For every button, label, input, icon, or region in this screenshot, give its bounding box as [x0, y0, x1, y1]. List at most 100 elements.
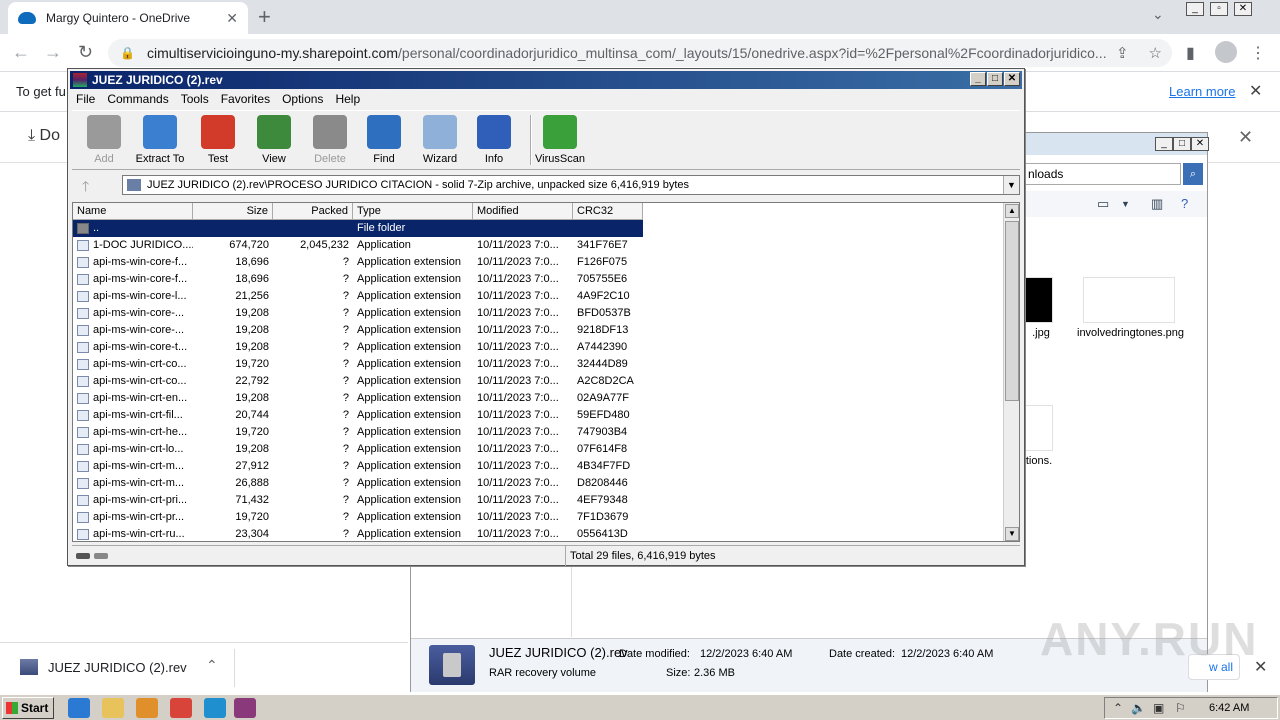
explorer-close-button[interactable]: ✕ — [1191, 137, 1209, 151]
column-crc32[interactable]: CRC32 — [573, 203, 643, 220]
table-row[interactable]: api-ms-win-crt-co... 19,720? Application e… — [73, 356, 643, 373]
archive-path-field[interactable]: JUEZ JURIDICO (2).rev\PROCESO JURIDICO C… — [122, 175, 1020, 195]
winrar-icon[interactable] — [234, 698, 256, 718]
tool-wizard-button[interactable]: Wizard — [412, 115, 468, 165]
tool-find-button[interactable]: Find — [356, 115, 412, 165]
tool-add-button[interactable]: Add — [76, 115, 132, 165]
help-icon[interactable]: ? — [1181, 196, 1188, 211]
volume-icon[interactable]: 🔈 — [1131, 701, 1146, 715]
menu-icon[interactable]: ⋮ — [1250, 43, 1266, 63]
table-row[interactable]: api-ms-win-crt-fil... 20,744? Application … — [73, 407, 643, 424]
menu-help[interactable]: Help — [329, 90, 366, 108]
restore-button[interactable]: ▫ — [1210, 2, 1228, 16]
table-row[interactable]: api-ms-win-crt-m... 27,912? Application ex… — [73, 458, 643, 475]
table-row[interactable]: api-ms-win-crt-m... 26,888? Application ex… — [73, 475, 643, 492]
scroll-thumb[interactable] — [1005, 221, 1019, 401]
explorer-address-field[interactable]: nloads — [1023, 163, 1181, 185]
tool-test-button[interactable]: Test — [190, 115, 246, 165]
new-tab-button[interactable]: + — [258, 4, 271, 30]
table-row[interactable]: api-ms-win-core-t... 19,208? Application e… — [73, 339, 643, 356]
tool-info-button[interactable]: Info — [466, 115, 522, 165]
bookmark-star-icon[interactable]: ☆ — [1149, 44, 1162, 62]
forward-icon[interactable]: → — [44, 42, 62, 63]
menu-tools[interactable]: Tools — [175, 90, 215, 108]
share-icon[interactable]: ⇪ — [1116, 44, 1129, 62]
view-icon[interactable]: ▭ — [1097, 196, 1109, 212]
table-row[interactable]: api-ms-win-core-... 19,208? Application ex… — [73, 305, 643, 322]
column-size[interactable]: Size — [193, 203, 273, 220]
table-row[interactable]: api-ms-win-core-f... 18,696? Application e… — [73, 254, 643, 271]
table-row[interactable]: 1-DOC JURIDICO.... 674,720 2,045,232 Applic… — [73, 237, 643, 254]
media-icon[interactable] — [136, 698, 158, 718]
table-row[interactable]: .. File folder — [73, 220, 643, 237]
winrar-minimize-button[interactable]: _ — [970, 72, 986, 86]
explorer-maximize-button[interactable]: □ — [1173, 137, 1191, 151]
tray-expand-icon[interactable]: ⌃ — [1113, 701, 1123, 715]
vertical-scrollbar[interactable]: ▲ ▼ — [1003, 203, 1019, 541]
folder-icon[interactable] — [102, 698, 124, 718]
table-row[interactable]: api-ms-win-crt-en... 19,208? Application e… — [73, 390, 643, 407]
close-window-button[interactable]: ✕ — [1234, 2, 1252, 16]
png-thumbnail[interactable] — [1083, 277, 1175, 323]
back-icon[interactable]: ← — [12, 42, 30, 63]
tab-search-icon[interactable]: ⌄ — [1152, 6, 1164, 23]
tool-delete-button[interactable]: Delete — [302, 115, 358, 165]
network-icon[interactable]: ▣ — [1153, 701, 1164, 715]
side-panel-icon[interactable]: ▮ — [1186, 43, 1195, 63]
menu-favorites[interactable]: Favorites — [215, 90, 276, 108]
power-icon[interactable]: ⚐ — [1175, 701, 1186, 715]
browser-tab[interactable]: Margy Quintero - OneDrive ✕ — [8, 2, 248, 34]
explorer-minimize-button[interactable]: _ — [1155, 137, 1173, 151]
winrar-close-button[interactable]: ✕ — [1004, 72, 1020, 86]
column-packed[interactable]: Packed — [273, 203, 353, 220]
scroll-up-icon[interactable]: ▲ — [1005, 204, 1019, 218]
table-row[interactable]: api-ms-win-crt-pr... 19,720? Application e… — [73, 509, 643, 526]
path-dropdown-icon[interactable]: ▼ — [1003, 176, 1019, 194]
scroll-down-icon[interactable]: ▼ — [1005, 527, 1019, 541]
table-row[interactable]: api-ms-win-core-... 19,208? Application ex… — [73, 322, 643, 339]
tool-view-button[interactable]: View — [246, 115, 302, 165]
table-row[interactable]: api-ms-win-crt-he... 19,720? Application e… — [73, 424, 643, 441]
edge-icon[interactable] — [204, 698, 226, 718]
start-button[interactable]: Start — [2, 697, 54, 719]
lock-icon[interactable]: 🔒 — [120, 46, 135, 60]
column-name[interactable]: Name — [73, 203, 193, 220]
date-modified-value: 12/2/2023 6:40 AM — [700, 648, 793, 660]
chevron-up-icon[interactable]: ⌃ — [206, 657, 218, 674]
table-row[interactable]: api-ms-win-crt-lo... 19,208? Application e… — [73, 441, 643, 458]
menu-file[interactable]: File — [70, 90, 101, 108]
table-row[interactable]: api-ms-win-core-f... 18,696? Application e… — [73, 271, 643, 288]
menu-commands[interactable]: Commands — [101, 90, 174, 108]
profile-avatar[interactable] — [1215, 41, 1237, 63]
close-infobar-icon[interactable]: ✕ — [1249, 81, 1262, 101]
chrome-icon[interactable] — [170, 698, 192, 718]
table-row[interactable]: api-ms-win-core-l... 21,256? Application e… — [73, 288, 643, 305]
table-row[interactable]: api-ms-win-crt-pri... 71,432? Application … — [73, 492, 643, 509]
minimize-button[interactable]: _ — [1186, 2, 1204, 16]
tab-close-button[interactable]: ✕ — [226, 10, 238, 27]
menu-options[interactable]: Options — [276, 90, 329, 108]
cell-crc: 705755E6 — [577, 273, 628, 285]
ie-icon[interactable] — [68, 698, 90, 718]
winrar-maximize-button[interactable]: □ — [987, 72, 1003, 86]
tool-extract-to-button[interactable]: Extract To — [132, 115, 188, 165]
table-row[interactable]: api-ms-win-crt-ru... 23,304? Application e… — [73, 526, 643, 541]
download-item-name[interactable]: JUEZ JURIDICO (2).rev — [48, 660, 187, 675]
tool-virusscan-button[interactable]: VirusScan — [532, 115, 588, 165]
column-type[interactable]: Type — [353, 203, 473, 220]
cell-name: api-ms-win-crt-m... — [73, 458, 193, 475]
file-thumbnail[interactable] — [1023, 405, 1053, 451]
column-modified[interactable]: Modified — [473, 203, 573, 220]
download-button[interactable]: ⤓ Do — [28, 127, 60, 145]
close-panel-icon[interactable]: ✕ — [1238, 127, 1253, 148]
learn-more-link[interactable]: Learn more — [1169, 84, 1235, 99]
up-folder-icon[interactable]: 🡑 — [82, 176, 89, 200]
search-icon[interactable]: ⌕ — [1183, 163, 1203, 185]
clock[interactable]: 6:42 AM — [1209, 702, 1249, 714]
address-bar[interactable]: 🔒 cimultiservicioinguno-my.sharepoint.co… — [108, 39, 1172, 67]
preview-pane-icon[interactable]: ▥ — [1151, 196, 1163, 212]
reload-icon[interactable]: ↻ — [78, 42, 93, 63]
jpg-thumbnail[interactable] — [1023, 277, 1053, 323]
view-dropdown-icon[interactable]: ▼ — [1121, 199, 1130, 209]
table-row[interactable]: api-ms-win-crt-co... 22,792? Application e… — [73, 373, 643, 390]
